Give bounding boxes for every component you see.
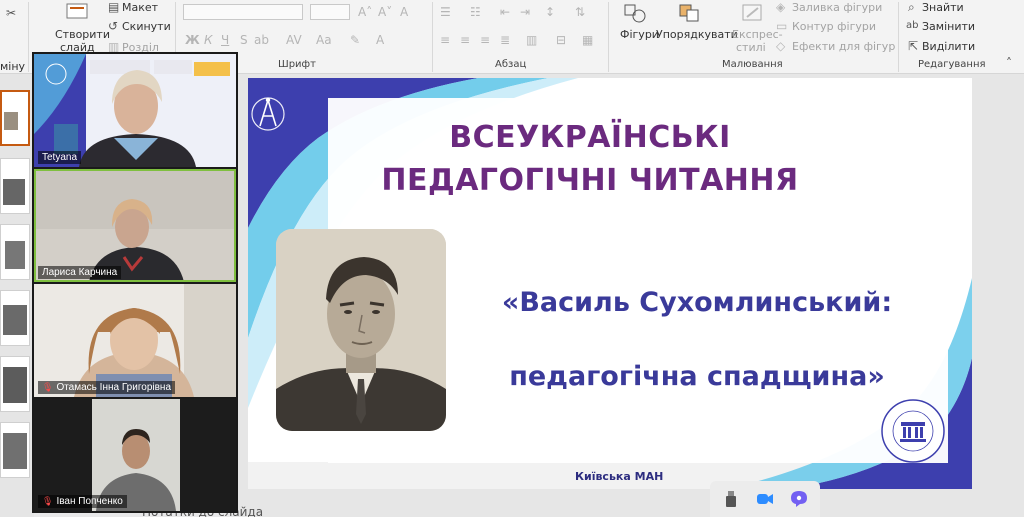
separator — [28, 2, 29, 72]
separator — [898, 2, 899, 72]
shapes-icon[interactable] — [622, 2, 648, 24]
underline-icon[interactable]: Ч — [221, 33, 229, 47]
layout-icon[interactable]: ▤ — [108, 0, 119, 14]
clear-format-icon[interactable]: A — [400, 5, 408, 19]
slide-thumbnail[interactable] — [0, 356, 30, 412]
bold-icon[interactable]: Ж — [185, 33, 200, 47]
portrait-photo[interactable] — [276, 229, 446, 431]
paragraph-group-label: Абзац — [495, 59, 527, 70]
participant-tile[interactable]: Tetyana — [34, 54, 236, 167]
shape-outline-button[interactable]: Контур фігури — [792, 20, 876, 33]
slide-subtitle-line2[interactable]: педагогічна спадщина» — [462, 361, 932, 392]
quick-styles-label-2[interactable]: стилі — [736, 41, 766, 54]
mic-muted-icon: 🎙 — [42, 382, 54, 392]
powerpoint-window: ✂ міну Створити слайд ▤ Макет ↺ Скинути … — [0, 0, 1024, 517]
department-logo-icon — [881, 399, 945, 463]
align-center-icon[interactable]: ≡ — [460, 33, 470, 47]
shape-effects-button[interactable]: Ефекти для фігур — [792, 40, 895, 53]
replace-icon[interactable]: ab — [906, 19, 918, 33]
taskbar-tray — [710, 481, 820, 517]
decrease-indent-icon[interactable]: ⇤ — [500, 5, 510, 19]
separator — [608, 2, 609, 72]
arrange-button[interactable]: Упорядкувати — [656, 28, 738, 41]
justify-icon[interactable]: ≣ — [500, 33, 510, 47]
collapse-ribbon-icon[interactable]: ˄ — [1006, 56, 1012, 70]
smartart-icon[interactable]: ▦ — [582, 33, 593, 47]
participant-name: Tetyana — [38, 151, 82, 164]
align-left-icon[interactable]: ≡ — [440, 33, 450, 47]
slide-title[interactable]: ВСЕУКРАЇНСЬКІ ПЕДАГОГІЧНІ ЧИТАННЯ — [330, 116, 850, 202]
numbering-icon[interactable]: ☷ — [470, 5, 481, 19]
arrange-icon[interactable] — [676, 2, 702, 24]
zoom-app-icon[interactable] — [754, 489, 776, 509]
participant-tile[interactable]: 🎙 Іван Попченко — [34, 399, 236, 511]
highlight-icon[interactable]: ✎ — [350, 33, 360, 47]
participant-name: Іван Попченко — [56, 496, 123, 507]
font-name-dropdown[interactable] — [183, 4, 303, 20]
quick-styles-icon[interactable] — [740, 2, 766, 24]
participant-name-row: 🎙 Іван Попченко — [38, 495, 127, 508]
columns-icon[interactable]: ▥ — [526, 33, 537, 47]
separator — [432, 2, 433, 72]
editing-group-label: Редагування — [918, 59, 986, 70]
slide-thumbnail[interactable] — [0, 290, 30, 346]
font-color-icon[interactable]: A — [376, 33, 384, 47]
man-logo-icon — [251, 97, 285, 131]
replace-button[interactable]: Замінити — [922, 20, 975, 33]
select-icon[interactable]: ⇱ — [908, 39, 918, 53]
participant-name: Лариса Карчина — [38, 266, 122, 279]
bullets-icon[interactable]: ☰ — [440, 5, 451, 19]
viber-app-icon[interactable] — [788, 489, 810, 509]
left-cut-label: міну — [0, 60, 26, 73]
strikethrough-icon[interactable]: ab — [254, 33, 269, 47]
decrease-font-icon[interactable]: A˅ — [378, 5, 392, 19]
usb-drive-icon[interactable] — [720, 489, 742, 509]
reset-button[interactable]: Скинути — [122, 20, 171, 33]
slide-title-line1: ВСЕУКРАЇНСЬКІ — [449, 120, 731, 155]
increase-indent-icon[interactable]: ⇥ — [520, 5, 530, 19]
shadow-icon[interactable]: S — [240, 33, 248, 47]
slide-thumbnail[interactable] — [0, 422, 30, 478]
align-text-icon[interactable]: ⊟ — [556, 33, 566, 47]
reset-icon[interactable]: ↺ — [108, 19, 118, 33]
participant-name-row: 🎙 Отамась Інна Григорівна — [38, 381, 176, 394]
video-call-panel[interactable]: Tetyana Лариса Карчина 🎙 Отамась Інна Гр… — [32, 52, 238, 513]
text-direction-icon[interactable]: ⇅ — [575, 5, 585, 19]
slide-title-line2: ПЕДАГОГІЧНІ ЧИТАННЯ — [381, 163, 799, 198]
shape-outline-icon[interactable]: ▭ — [776, 19, 787, 33]
select-button[interactable]: Виділити — [922, 40, 975, 53]
shape-effects-icon[interactable]: ◇ — [776, 39, 785, 53]
slide-footer[interactable]: Київська МАН — [575, 470, 663, 483]
slide-thumbnail[interactable] — [0, 90, 30, 146]
font-size-dropdown[interactable] — [310, 4, 350, 20]
italic-icon[interactable]: К — [204, 33, 213, 47]
slide-thumbnails-pane[interactable] — [0, 74, 34, 517]
find-button[interactable]: Знайти — [922, 1, 964, 14]
drawing-group-label: Малювання — [722, 59, 783, 70]
char-spacing-icon[interactable]: AV — [286, 33, 302, 47]
clipboard-icon[interactable]: ✂ — [6, 6, 16, 20]
new-slide-icon[interactable] — [64, 2, 90, 24]
slide-subtitle-line1[interactable]: «Василь Сухомлинський: — [462, 287, 932, 318]
change-case-icon[interactable]: Aa — [316, 33, 332, 47]
increase-font-icon[interactable]: A˄ — [358, 5, 372, 19]
new-slide-button-label-1[interactable]: Створити — [55, 28, 110, 41]
line-spacing-icon[interactable]: ↕ — [545, 5, 555, 19]
shape-fill-icon[interactable]: ◈ — [776, 0, 785, 14]
layout-button[interactable]: Макет — [122, 1, 158, 14]
shape-fill-button[interactable]: Заливка фігури — [792, 1, 882, 14]
align-right-icon[interactable]: ≡ — [480, 33, 490, 47]
find-icon[interactable]: ⌕ — [908, 0, 915, 14]
shapes-button[interactable]: Фігури — [620, 28, 659, 41]
slide-thumbnail[interactable] — [0, 158, 30, 214]
participant-tile-active[interactable]: Лариса Карчина — [34, 169, 236, 282]
participant-tile[interactable]: 🎙 Отамась Інна Григорівна — [34, 284, 236, 397]
font-group-label: Шрифт — [278, 59, 316, 70]
slide-thumbnail[interactable] — [0, 224, 30, 280]
participant-name: Отамась Інна Григорівна — [56, 382, 172, 393]
mic-muted-icon: 🎙 — [42, 496, 54, 506]
